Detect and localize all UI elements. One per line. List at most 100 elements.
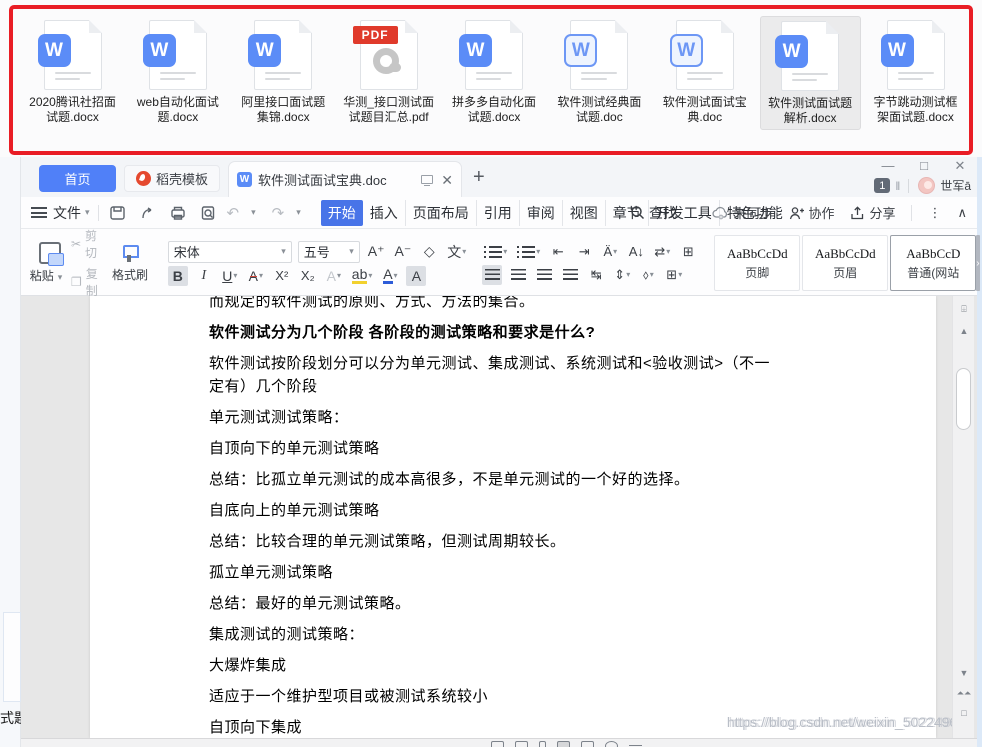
menu-bar: 文件 ▾ ↶ ▾ ↷ ▾ 开始 插入 页面布局 引用 审阅 视图 章节 开发工具 特色功能 查找 xyxy=(21,197,977,229)
hamburger-icon[interactable] xyxy=(31,207,47,218)
more-menu-icon[interactable]: ⋮ xyxy=(928,205,941,221)
divider xyxy=(911,204,913,221)
vertical-scrollbar[interactable]: ⌹ ▲ ▼ ⏶⏶ □ xyxy=(952,296,974,738)
undo-dropdown-icon[interactable]: ▾ xyxy=(251,207,256,218)
collaborate-label: 协作 xyxy=(808,206,835,221)
status-bar xyxy=(21,738,977,747)
share-button[interactable]: 分享 xyxy=(850,203,895,222)
style-item[interactable]: AaBbCcD 普通(网站 xyxy=(890,235,977,291)
tab-document-title: 软件测试面试宝典.doc xyxy=(258,173,387,188)
font-size-select[interactable]: 五号 ▾ xyxy=(297,240,360,263)
save-icon[interactable] xyxy=(109,205,126,221)
tab-close-icon[interactable]: ✕ xyxy=(441,173,453,187)
copy-button[interactable]: ❐ 复制 xyxy=(71,265,106,299)
grow-font-button[interactable]: A⁺ xyxy=(366,242,387,262)
text-direction-button[interactable]: Ä ▾ xyxy=(600,242,620,262)
ribbon-tab-引用[interactable]: 引用 xyxy=(477,199,520,226)
separate-window-icon[interactable] xyxy=(421,175,434,186)
scroll-down-icon[interactable]: ▼ xyxy=(953,668,975,678)
file-menu-button[interactable]: 文件 xyxy=(53,203,81,223)
line-spacing-button[interactable]: ⇕ ▾ xyxy=(612,265,632,285)
document-page[interactable]: 而规定的软件测试的原则、方式、方法的集合。 软件测试分为几个阶段 各阶段的测试策略… xyxy=(90,296,936,738)
export-icon[interactable] xyxy=(139,205,156,221)
clear-format-icon[interactable]: ◇ xyxy=(419,242,439,262)
message-count-badge[interactable]: 1 xyxy=(874,178,891,193)
minimize-button[interactable]: — xyxy=(877,158,899,174)
italic-button[interactable]: I xyxy=(194,266,214,286)
ribbon-tab-视图[interactable]: 视图 xyxy=(563,199,606,226)
tab-home[interactable]: 首页 xyxy=(39,165,116,192)
increase-indent-icon[interactable]: ⇥ xyxy=(574,242,594,262)
pinyin-label: 文 xyxy=(447,243,462,260)
find-button[interactable]: 查找 xyxy=(630,203,677,223)
paragraph: 而规定的软件测试的原则、方式、方法的集合。 xyxy=(209,296,535,310)
previous-page-icon[interactable]: ⏶⏶ xyxy=(953,688,975,699)
print-preview-icon[interactable] xyxy=(200,205,217,221)
shrink-font-button[interactable]: A⁻ xyxy=(393,242,414,262)
align-center-button[interactable] xyxy=(508,265,528,285)
ribbon-tab-开始[interactable]: 开始 xyxy=(320,199,363,226)
sync-status[interactable]: 未同步 xyxy=(712,203,772,222)
chevron-down-icon[interactable]: ▾ xyxy=(85,207,90,218)
ruler-toggle-icon[interactable]: ⌹ xyxy=(953,304,975,315)
show-marks-button[interactable]: ⇄ ▾ xyxy=(652,242,672,262)
ribbon-tab-审阅[interactable]: 审阅 xyxy=(520,199,563,226)
font-name-select[interactable]: 宋体 ▾ xyxy=(167,240,292,263)
cut-button[interactable]: ✂ 剪切 xyxy=(71,227,106,261)
align-left-button[interactable] xyxy=(482,264,503,285)
collapse-ribbon-icon[interactable]: ∧ xyxy=(957,205,967,221)
strikethrough-button[interactable]: A ▾ xyxy=(246,266,266,286)
status-view-icons[interactable] xyxy=(491,741,642,747)
style-item[interactable]: AaBbCcDd 页脚 xyxy=(714,235,801,291)
paste-button[interactable]: 粘贴 ▾ xyxy=(29,242,71,284)
undo-icon[interactable]: ↶ xyxy=(227,204,240,222)
numbered-list-button[interactable]: ▾ xyxy=(515,242,542,262)
format-painter-button[interactable]: 格式刷 xyxy=(106,243,153,283)
subscript-button[interactable]: X₂ xyxy=(298,266,318,286)
character-shading-button[interactable]: A xyxy=(406,265,427,286)
underline-button[interactable]: U ▾ xyxy=(220,266,240,286)
redo-icon[interactable]: ↷ xyxy=(272,204,285,222)
distribute-button[interactable]: ↹ xyxy=(586,265,606,285)
scroll-up-icon[interactable]: ▲ xyxy=(953,326,975,336)
browse-object-icon[interactable]: □ xyxy=(953,708,975,718)
pinyin-guide-button[interactable]: 文 ▾ xyxy=(445,242,468,262)
sort-button[interactable]: A↓ xyxy=(626,242,646,262)
styles-more-button[interactable]: › xyxy=(976,235,980,291)
screen: W 2020腾讯社招面 试题.docx Wweb自动化面试 题.docx W 阿里接口面… xyxy=(0,0,982,747)
borders-button[interactable]: ⊞ ▾ xyxy=(664,265,684,285)
file-explorer-strip: W 2020腾讯社招面 试题.docx Wweb自动化面试 题.docx W 阿里接口面… xyxy=(0,0,982,157)
scrollbar-thumb[interactable] xyxy=(956,368,971,430)
chevron-down-icon: ▾ xyxy=(57,272,63,282)
align-right-button[interactable] xyxy=(534,265,554,285)
font-color-button[interactable]: A ▾ xyxy=(380,266,400,286)
enclose-characters-button[interactable]: A ▾ xyxy=(324,266,344,286)
superscript-button[interactable]: X² xyxy=(272,266,292,286)
collaborate-button[interactable]: 协作 xyxy=(788,203,834,222)
divider xyxy=(97,204,99,221)
user-avatar[interactable] xyxy=(918,177,936,194)
maximize-button[interactable]: □ xyxy=(913,158,935,174)
shading-button[interactable]: ⬨ ▾ xyxy=(638,265,658,285)
ribbon-tab-插入[interactable]: 插入 xyxy=(363,199,406,226)
style-item[interactable]: AaBbCcDd 页眉 xyxy=(802,235,889,291)
decrease-indent-icon[interactable]: ⇤ xyxy=(548,242,568,262)
close-button[interactable]: ✕ xyxy=(949,158,971,174)
bold-button[interactable]: B xyxy=(167,265,188,286)
copy-label: 复制 xyxy=(85,267,98,298)
table-tool-icon[interactable]: ⊞ xyxy=(678,242,698,262)
print-icon[interactable] xyxy=(169,205,187,221)
share-icon xyxy=(851,205,864,219)
customize-toolbar-icon[interactable]: ▾ xyxy=(296,207,301,218)
tab-document[interactable]: W 软件测试面试宝典.doc ✕ xyxy=(228,161,462,197)
document-text: 而规定的软件测试的原则、方式、方法的集合。 软件测试分为几个阶段 各阶段的测试策略… xyxy=(209,296,781,738)
tab-docer-templates[interactable]: 稻壳模板 xyxy=(124,165,220,192)
justify-button[interactable] xyxy=(560,265,580,285)
bullet-list-button[interactable]: ▾ xyxy=(482,242,509,262)
font-name-value: 宋体 xyxy=(173,245,200,260)
paragraph: 集成测试的测试策略： xyxy=(209,626,365,643)
paragraph: 单元测试测试策略： xyxy=(209,409,349,426)
highlight-color-button[interactable]: ab ▾ xyxy=(350,266,375,286)
new-tab-button[interactable]: + xyxy=(473,166,485,189)
ribbon-tab-页面布局[interactable]: 页面布局 xyxy=(406,199,477,226)
